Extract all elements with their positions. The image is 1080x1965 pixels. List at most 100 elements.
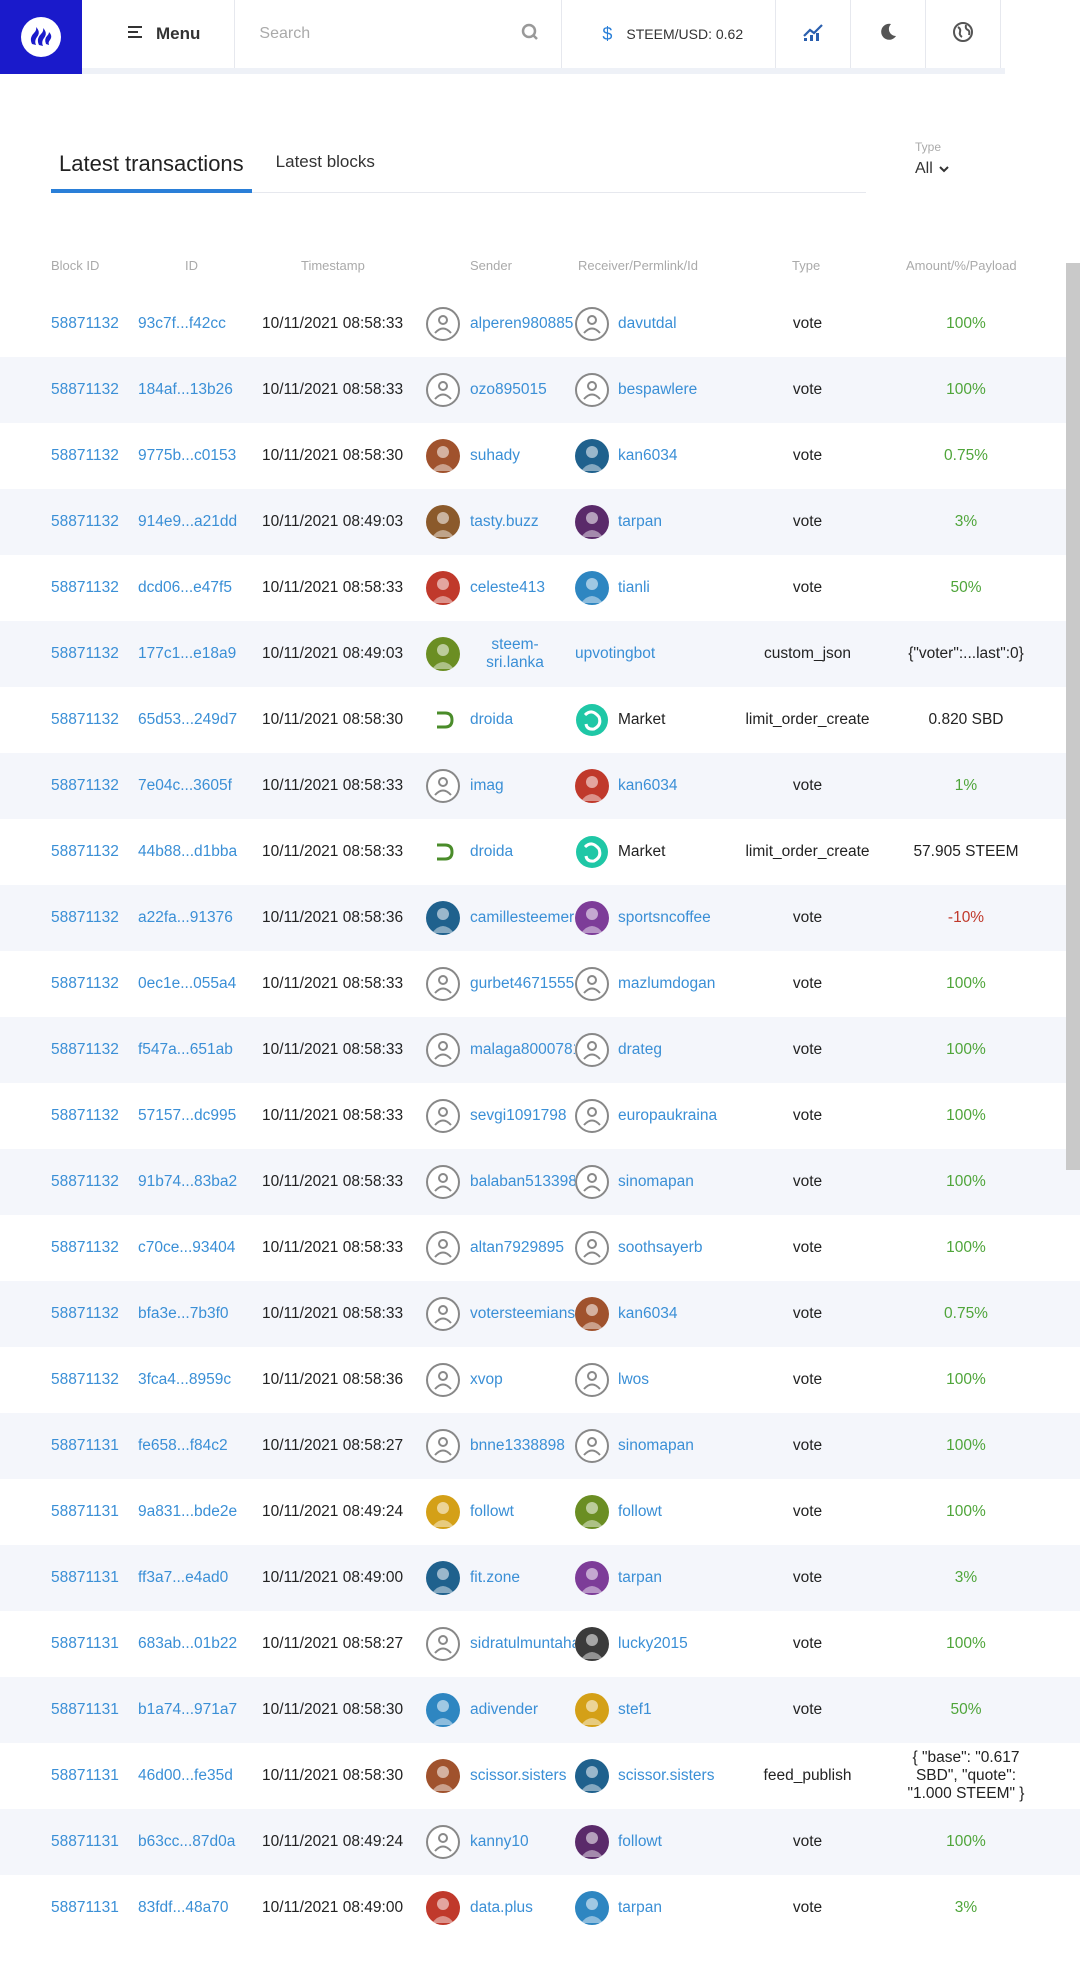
block-id-link[interactable]: 58871132	[51, 381, 119, 399]
receiver-link[interactable]: followt	[618, 1833, 662, 1851]
dark-mode-button[interactable]	[851, 0, 927, 68]
transaction-id-link[interactable]: b1a74...971a7	[138, 1701, 237, 1719]
sender-link[interactable]: camillesteemer	[470, 909, 575, 927]
language-button[interactable]	[926, 0, 1002, 68]
sender-link[interactable]: followt	[470, 1503, 575, 1521]
receiver-link[interactable]: kan6034	[618, 1305, 677, 1323]
receiver-avatar[interactable]	[575, 307, 609, 341]
transaction-id-link[interactable]: 65d53...249d7	[138, 711, 237, 729]
receiver-link[interactable]: kan6034	[618, 777, 677, 795]
sender-link[interactable]: xvop	[470, 1371, 575, 1389]
receiver-link[interactable]: sinomapan	[618, 1437, 694, 1455]
sender-avatar[interactable]	[426, 1429, 460, 1463]
sender-avatar[interactable]	[426, 1363, 460, 1397]
receiver-avatar[interactable]	[575, 1495, 609, 1529]
block-id-link[interactable]: 58871132	[51, 447, 119, 465]
type-filter-select[interactable]: All	[915, 160, 949, 178]
transaction-id-link[interactable]: 0ec1e...055a4	[138, 975, 236, 993]
sender-link[interactable]: scissor.sisters	[470, 1767, 575, 1785]
receiver-link[interactable]: tianli	[618, 579, 650, 597]
price-ticker[interactable]: $ STEEM/USD: 0.62	[562, 0, 777, 68]
block-id-link[interactable]: 58871131	[51, 1833, 119, 1851]
sender-link[interactable]: votersteemians	[470, 1305, 575, 1323]
sender-link[interactable]: malaga8000781	[470, 1041, 575, 1059]
receiver-avatar[interactable]	[575, 901, 609, 935]
receiver-link[interactable]: tarpan	[618, 513, 662, 531]
block-id-link[interactable]: 58871132	[51, 1107, 119, 1125]
transaction-id-link[interactable]: 177c1...e18a9	[138, 645, 236, 663]
receiver-avatar[interactable]	[575, 1297, 609, 1331]
transaction-id-link[interactable]: 7e04c...3605f	[138, 777, 232, 795]
sender-avatar[interactable]	[426, 1693, 460, 1727]
transaction-id-link[interactable]: 3fca4...8959c	[138, 1371, 231, 1389]
block-id-link[interactable]: 58871132	[51, 579, 119, 597]
transaction-id-link[interactable]: a22fa...91376	[138, 909, 233, 927]
tab-latest-blocks[interactable]: Latest blocks	[268, 152, 383, 192]
block-id-link[interactable]: 58871132	[51, 711, 119, 729]
receiver-avatar[interactable]	[575, 439, 609, 473]
receiver-link[interactable]: davutdal	[618, 315, 677, 333]
sender-avatar[interactable]	[426, 637, 460, 671]
sender-link[interactable]: sidratulmuntaha	[470, 1635, 575, 1653]
sender-avatar[interactable]	[426, 571, 460, 605]
block-id-link[interactable]: 58871132	[51, 777, 119, 795]
receiver-avatar[interactable]	[575, 1033, 609, 1067]
sender-avatar[interactable]	[426, 769, 460, 803]
receiver-link[interactable]: kan6034	[618, 447, 677, 465]
sender-link[interactable]: altan7929895	[470, 1239, 575, 1257]
receiver-avatar[interactable]	[575, 1891, 609, 1925]
sender-link[interactable]: droida	[470, 711, 575, 729]
sender-link[interactable]: alperen980885	[470, 315, 575, 333]
sender-link[interactable]: celeste413	[470, 579, 575, 597]
receiver-avatar[interactable]	[575, 769, 609, 803]
sender-avatar[interactable]	[426, 901, 460, 935]
sender-link[interactable]: gurbet4671555	[470, 975, 575, 993]
sender-avatar[interactable]	[426, 1165, 460, 1199]
sender-avatar[interactable]	[426, 1759, 460, 1793]
tab-latest-transactions[interactable]: Latest transactions	[51, 151, 252, 193]
steem-logo[interactable]	[0, 0, 82, 74]
transaction-id-link[interactable]: 44b88...d1bba	[138, 843, 237, 861]
block-id-link[interactable]: 58871132	[51, 1173, 119, 1191]
block-id-link[interactable]: 58871132	[51, 1239, 119, 1257]
sender-link[interactable]: ozo895015	[470, 381, 575, 399]
receiver-avatar[interactable]	[575, 373, 609, 407]
sender-avatar[interactable]	[426, 1825, 460, 1859]
receiver-avatar[interactable]	[575, 1759, 609, 1793]
block-id-link[interactable]: 58871132	[51, 1305, 119, 1323]
sender-avatar[interactable]	[426, 1627, 460, 1661]
transaction-id-link[interactable]: 91b74...83ba2	[138, 1173, 237, 1191]
sender-link[interactable]: sevgi1091798	[470, 1107, 575, 1125]
sender-link[interactable]: droida	[470, 843, 575, 861]
receiver-avatar[interactable]	[575, 1429, 609, 1463]
block-id-link[interactable]: 58871131	[51, 1701, 119, 1719]
block-id-link[interactable]: 58871132	[51, 1371, 119, 1389]
transaction-id-link[interactable]: 46d00...fe35d	[138, 1767, 233, 1785]
receiver-link[interactable]: sinomapan	[618, 1173, 694, 1191]
transaction-id-link[interactable]: 9a831...bde2e	[138, 1503, 237, 1521]
transaction-id-link[interactable]: c70ce...93404	[138, 1239, 235, 1257]
block-id-link[interactable]: 58871131	[51, 1569, 119, 1587]
transaction-id-link[interactable]: 83fdf...48a70	[138, 1899, 229, 1917]
sender-link[interactable]: steem-sri.lanka	[470, 636, 560, 672]
sender-link[interactable]: balaban5133989	[470, 1173, 575, 1191]
receiver-avatar[interactable]	[575, 1231, 609, 1265]
transaction-id-link[interactable]: 683ab...01b22	[138, 1635, 237, 1653]
transaction-id-link[interactable]: dcd06...e47f5	[138, 579, 232, 597]
block-id-link[interactable]: 58871131	[51, 1635, 119, 1653]
sender-avatar[interactable]	[426, 1561, 460, 1595]
receiver-link[interactable]: lwos	[618, 1371, 649, 1389]
transaction-id-link[interactable]: 9775b...c0153	[138, 447, 236, 465]
sender-link[interactable]: imag	[470, 777, 575, 795]
receiver-avatar[interactable]	[575, 967, 609, 1001]
search-input[interactable]	[259, 25, 522, 43]
receiver-avatar[interactable]	[575, 571, 609, 605]
sender-avatar[interactable]	[426, 967, 460, 1001]
receiver-avatar[interactable]	[575, 1099, 609, 1133]
sender-avatar[interactable]	[426, 1033, 460, 1067]
transaction-id-link[interactable]: fe658...f84c2	[138, 1437, 228, 1455]
block-id-link[interactable]: 58871132	[51, 513, 119, 531]
receiver-link[interactable]: sportsncoffee	[618, 909, 711, 927]
chart-button[interactable]	[776, 0, 852, 68]
receiver-link[interactable]: followt	[618, 1503, 662, 1521]
